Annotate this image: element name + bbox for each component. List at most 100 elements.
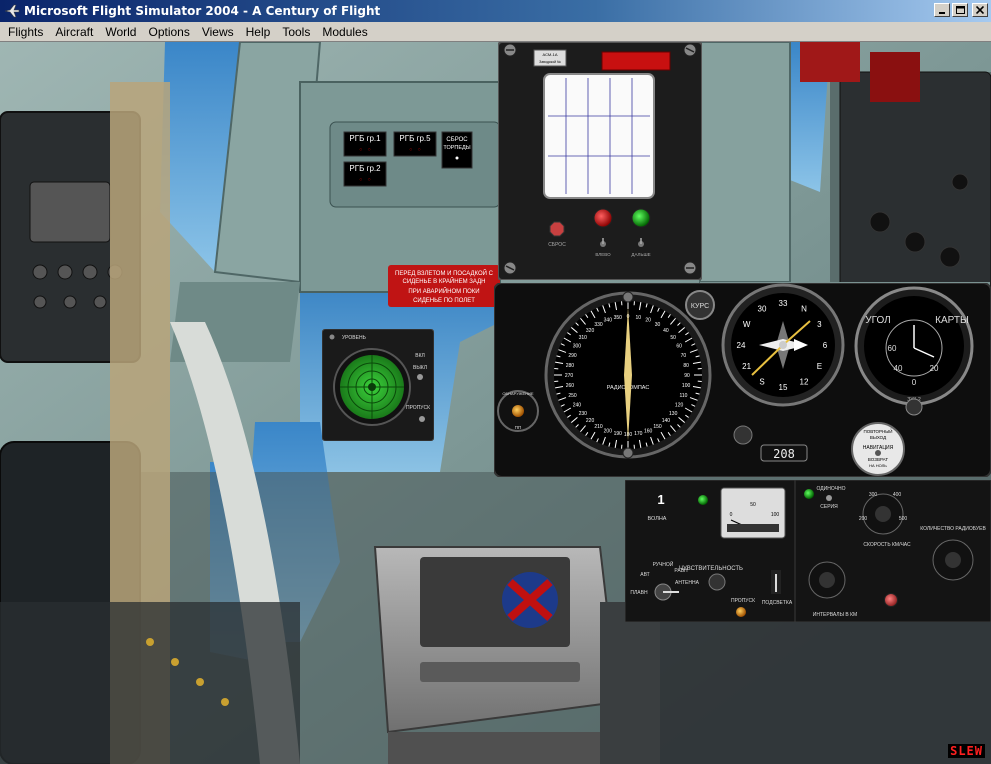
sensitivity-knob[interactable] [708, 573, 726, 591]
radiocompass-number: 130 [669, 411, 678, 417]
radiocompass-number: 270 [565, 373, 574, 379]
wave-label: ВОЛНА [648, 516, 667, 522]
radiocompass-number: 210 [594, 424, 603, 430]
radiocompass-number: 120 [675, 403, 684, 409]
screw-icon [683, 43, 697, 57]
rgb-group-5-button[interactable]: РГБ гр.5 ◦ ◦ [393, 131, 437, 157]
single-drop-label: ОДИНОЧНО [817, 486, 846, 492]
series-drop-label: СЕРИЯ [820, 504, 838, 510]
menu-aircraft[interactable]: Aircraft [49, 25, 99, 39]
simulator-viewport[interactable]: РГБ гр.1 ◦ ◦ РГБ гр.5 ◦ ◦ СБРОС ТОРПЕДЫ … [0, 42, 991, 764]
screw-icon [503, 43, 517, 57]
radiocompass-number: 60 [676, 344, 682, 350]
radiocompass-number: 250 [568, 393, 577, 399]
menu-views[interactable]: Views [196, 25, 240, 39]
wave-number: 1 [657, 492, 664, 507]
nav-switch-line-2: ВЫХОД [870, 435, 886, 440]
minimize-button[interactable] [934, 3, 950, 17]
map-angle-gauge: УГОЛ КАРТЫ 60 40 20 0 ЗУК-2 [854, 286, 974, 406]
menu-help[interactable]: Help [240, 25, 277, 39]
radiocompass-number: 280 [566, 363, 575, 369]
radiocompass-number: 140 [662, 418, 671, 424]
compass-set-knob[interactable] [733, 425, 753, 445]
mode-plavn-label: ПЛАВН [630, 590, 648, 596]
maximize-button[interactable] [952, 3, 968, 17]
recorder-display [601, 51, 671, 71]
map-angle-knob[interactable] [905, 398, 923, 416]
close-button[interactable] [972, 3, 988, 17]
sonar-power-switch[interactable] [417, 374, 423, 380]
wave-lamp [698, 495, 708, 505]
recorder-paper [543, 73, 655, 199]
speed-tick-500: 500 [899, 516, 908, 522]
radiocompass-number: 310 [579, 335, 588, 341]
radiocompass-number: 240 [573, 403, 582, 409]
skip-lamp [736, 607, 746, 617]
radiocompass-number: 80 [683, 363, 689, 369]
nav-switch-line-5: НА НОЛЬ [869, 463, 887, 468]
menu-options[interactable]: Options [142, 25, 195, 39]
sonar-level-knob[interactable] [329, 334, 335, 340]
speed-label: СКОРОСТЬ КМ/ЧАС [863, 542, 911, 548]
slew-indicator: SLEW [948, 744, 985, 758]
recorder-right-label: ДАЛЬШЕ [631, 252, 650, 257]
map-angle-tick-60: 60 [888, 344, 897, 353]
buoy-quantity-dial[interactable] [932, 539, 974, 581]
map-angle-title-left: УГОЛ [865, 315, 890, 326]
sonar-level-label: УРОВЕНЬ [342, 335, 367, 341]
recorder-plate-serial: Заводской № [539, 60, 561, 64]
detection-pp-label: ПП [515, 425, 521, 430]
mode-ravn-label: РАВН [674, 568, 688, 574]
radiocompass-number: 330 [594, 322, 603, 328]
sonar-skip-button[interactable] [419, 416, 425, 422]
menu-flights[interactable]: Flights [2, 25, 49, 39]
menu-bar: Flights Aircraft World Options Views Hel… [0, 22, 991, 42]
radiocompass-number: 160 [644, 428, 653, 434]
menu-modules[interactable]: Modules [316, 25, 373, 39]
radiocompass-number: 10 [635, 315, 641, 321]
recorder-green-lamp [631, 208, 651, 228]
map-angle-tick-40: 40 [894, 364, 903, 373]
kurs-label: КУРС [691, 303, 709, 310]
placard-line-2: СИДЕНЬЕ В КРАЙНЕМ ЗАДН [403, 277, 486, 285]
drop-button[interactable] [884, 593, 898, 607]
kurs-button[interactable]: КУРС [685, 290, 715, 320]
detection-indicator[interactable]: ПП ОБНАРУЖЕНИЕ [497, 390, 539, 432]
compass-counter: 208 [760, 444, 808, 462]
navigation-switch[interactable]: ПОВТОРНЫЙ ВЫХОД НАВИГАЦИЯ ВОЗВРАТ НА НОЛ… [851, 422, 905, 476]
title-bar[interactable]: Microsoft Flight Simulator 2004 - A Cent… [0, 0, 991, 22]
maximize-icon [955, 6, 965, 14]
mode-ruchnoi-label: РУЧНОЙ [653, 560, 674, 568]
window-title: Microsoft Flight Simulator 2004 - A Cent… [24, 4, 381, 18]
compass-card-number: 15 [779, 383, 788, 392]
radiocompass-number: 220 [586, 418, 595, 424]
radiocompass-number: 260 [566, 383, 575, 389]
menu-tools[interactable]: Tools [276, 25, 316, 39]
rgb-group-2-label: РГБ гр.2 [349, 164, 381, 173]
compass-card-number: 33 [779, 299, 788, 308]
map-angle-tick-20: 20 [930, 364, 939, 373]
backlight-switch[interactable] [771, 570, 781, 594]
chart-recorder-panel: АСМ-1А Заводской № СБРОС ВЛЕВО ДАЛЬШЕ [498, 42, 702, 280]
placard-line-3: ПРИ АВАРИЙНОМ ПОКИ [408, 287, 479, 295]
heading-compass-gauge: 33 N 3 6 E 12 15 S 21 24 W 30 [721, 283, 845, 407]
drop-mode-switch[interactable] [826, 495, 832, 501]
torpedo-drop-button[interactable]: СБРОС ТОРПЕДЫ [441, 131, 473, 169]
radiocompass-number: 320 [586, 328, 595, 334]
recorder-reset-label: СБРОС [548, 242, 566, 248]
radiocompass-number: 230 [579, 411, 588, 417]
sensitivity-label: ЧУВСТВИТЕЛЬНОСТЬ [679, 566, 743, 572]
rgb-group-2-button[interactable]: РГБ гр.2 ◦ ◦ [343, 161, 387, 187]
mode-anten-label: АНТЕННА [675, 580, 700, 586]
interval-dial[interactable] [808, 561, 846, 599]
map-angle-tick-0: 0 [912, 378, 917, 387]
menu-world[interactable]: World [99, 25, 142, 39]
compass-card-number: 24 [737, 341, 746, 350]
radiocompass-number: 350 [614, 315, 623, 321]
svg-text:◦ ◦: ◦ ◦ [409, 146, 422, 154]
screw-icon [683, 261, 697, 275]
torpedo-drop-label-1: СБРОС [446, 137, 468, 143]
nav-switch-line-4: ВОЗВРАТ [868, 457, 888, 462]
rgb-group-1-button[interactable]: РГБ гр.1 ◦ ◦ [343, 131, 387, 157]
radiocompass-number: 200 [604, 428, 613, 434]
